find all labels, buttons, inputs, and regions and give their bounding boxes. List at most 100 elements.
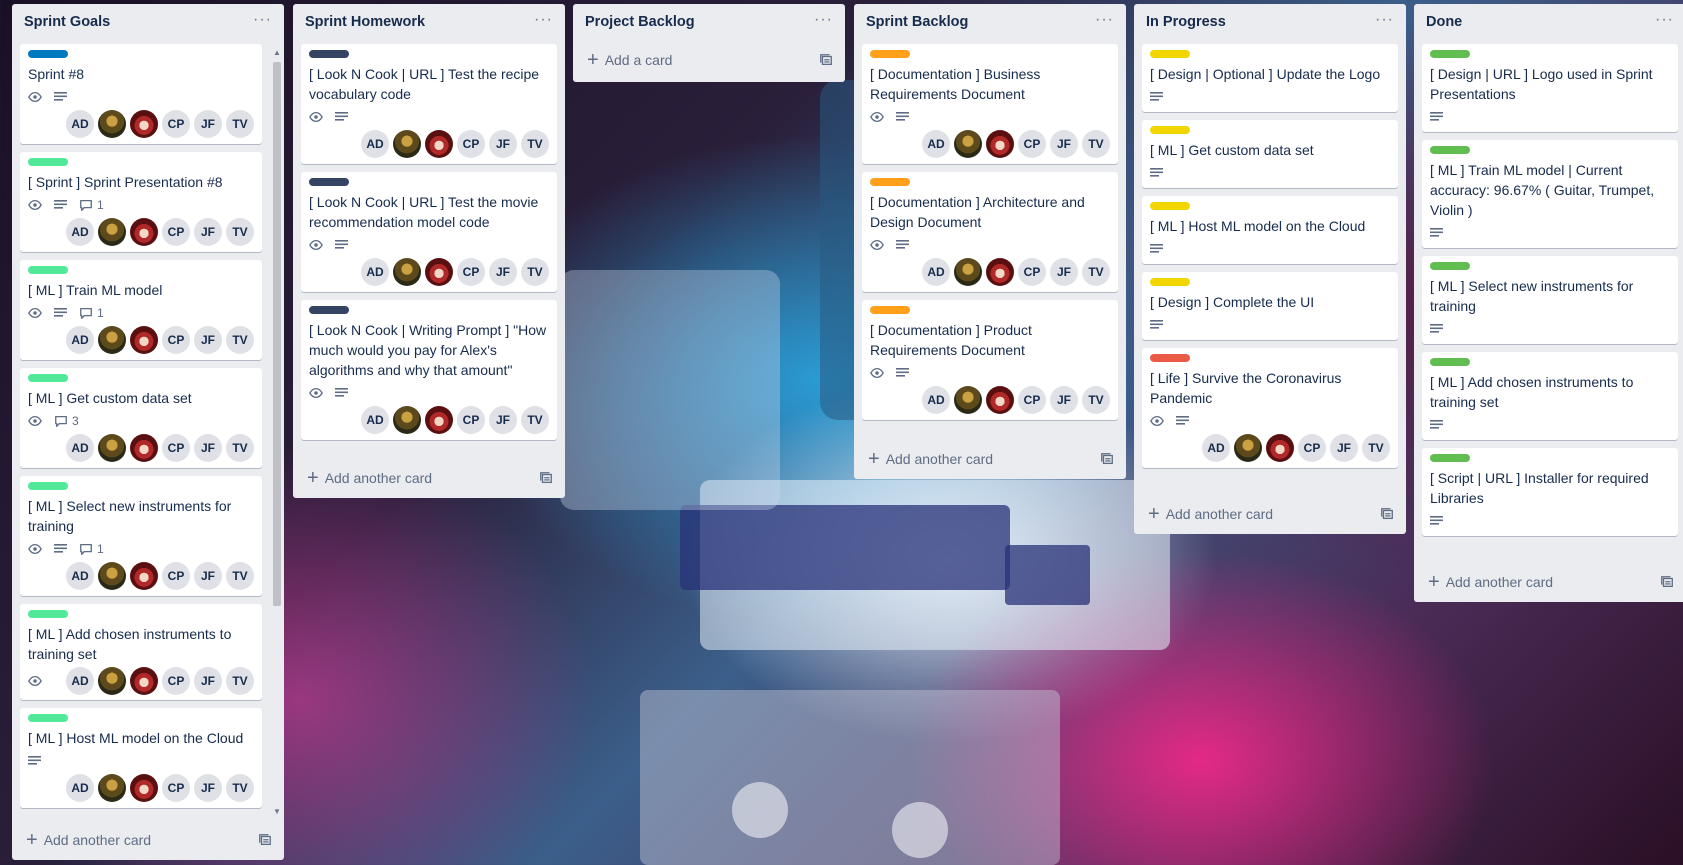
member-avatar[interactable]: AD — [922, 386, 950, 414]
member-avatar[interactable]: CP — [1018, 130, 1046, 158]
card[interactable]: [ ML ] Add chosen instruments to trainin… — [1422, 352, 1678, 440]
member-avatar[interactable]: JF — [194, 434, 222, 462]
member-avatar[interactable] — [130, 326, 158, 354]
card-label[interactable] — [1150, 278, 1190, 286]
member-avatar[interactable]: JF — [194, 667, 222, 695]
card-label[interactable] — [28, 158, 68, 166]
member-avatar[interactable]: AD — [66, 110, 94, 138]
card[interactable]: [ Script | URL ] Installer for required … — [1422, 448, 1678, 536]
member-avatar[interactable]: AD — [66, 774, 94, 802]
card[interactable]: [ Documentation ] Product Requirements D… — [862, 300, 1118, 420]
card-label[interactable] — [28, 374, 68, 382]
member-avatar[interactable] — [986, 130, 1014, 158]
member-avatar[interactable] — [130, 110, 158, 138]
member-avatar[interactable] — [986, 386, 1014, 414]
member-avatar[interactable] — [1266, 434, 1294, 462]
member-avatar[interactable]: JF — [194, 110, 222, 138]
member-avatar[interactable] — [954, 258, 982, 286]
card-template-icon[interactable] — [539, 471, 553, 485]
card-label[interactable] — [870, 50, 910, 58]
member-avatar[interactable]: JF — [1050, 258, 1078, 286]
member-avatar[interactable] — [98, 667, 126, 695]
member-avatar[interactable]: CP — [162, 218, 190, 246]
add-card-button[interactable]: + Add another card — [12, 820, 284, 860]
member-avatar[interactable]: AD — [66, 667, 94, 695]
member-avatar[interactable]: AD — [66, 218, 94, 246]
card[interactable]: [ ML ] Get custom data set 3 AD CP JF TV — [20, 368, 262, 468]
card[interactable]: Sprint #8 AD CP JF TV — [20, 44, 262, 144]
member-avatar[interactable]: TV — [226, 326, 254, 354]
card[interactable]: [ ML ] Train ML model | Current accuracy… — [1422, 140, 1678, 248]
member-avatar[interactable] — [425, 130, 453, 158]
card-template-icon[interactable] — [1380, 507, 1394, 521]
member-avatar[interactable] — [98, 218, 126, 246]
card-label[interactable] — [28, 50, 68, 58]
card-label[interactable] — [1150, 50, 1190, 58]
member-avatar[interactable]: JF — [194, 562, 222, 590]
member-avatar[interactable]: JF — [1330, 434, 1358, 462]
member-avatar[interactable] — [425, 258, 453, 286]
card-label[interactable] — [1430, 358, 1470, 366]
list-menu-icon[interactable]: ··· — [1095, 12, 1114, 28]
member-avatar[interactable] — [98, 110, 126, 138]
member-avatar[interactable]: JF — [194, 774, 222, 802]
card[interactable]: [ Look N Cook | Writing Prompt ] "How mu… — [301, 300, 557, 440]
member-avatar[interactable]: CP — [1298, 434, 1326, 462]
member-avatar[interactable]: AD — [361, 258, 389, 286]
member-avatar[interactable] — [393, 258, 421, 286]
list-menu-icon[interactable]: ··· — [1655, 12, 1674, 28]
member-avatar[interactable] — [130, 774, 158, 802]
card-label[interactable] — [1150, 126, 1190, 134]
member-avatar[interactable]: TV — [1362, 434, 1390, 462]
member-avatar[interactable]: CP — [162, 434, 190, 462]
card[interactable]: [ Design | URL ] Logo used in Sprint Pre… — [1422, 44, 1678, 132]
member-avatar[interactable]: AD — [361, 130, 389, 158]
member-avatar[interactable] — [130, 667, 158, 695]
member-avatar[interactable]: JF — [194, 326, 222, 354]
card-template-icon[interactable] — [819, 53, 833, 67]
member-avatar[interactable]: AD — [66, 326, 94, 354]
list-menu-icon[interactable]: ··· — [1375, 12, 1394, 28]
card-label[interactable] — [28, 266, 68, 274]
add-card-button[interactable]: + Add another card — [1414, 562, 1683, 602]
list-menu-icon[interactable]: ··· — [814, 12, 833, 28]
scroll-up-arrow-icon[interactable]: ▲ — [272, 48, 282, 57]
list-menu-icon[interactable]: ··· — [534, 12, 553, 28]
member-avatar[interactable] — [130, 434, 158, 462]
card-label[interactable] — [1430, 454, 1470, 462]
member-avatar[interactable]: TV — [521, 130, 549, 158]
member-avatar[interactable] — [393, 130, 421, 158]
card-label[interactable] — [28, 714, 68, 722]
member-avatar[interactable]: TV — [226, 110, 254, 138]
member-avatar[interactable]: JF — [489, 258, 517, 286]
scroll-down-arrow-icon[interactable]: ▼ — [272, 807, 282, 816]
card-label[interactable] — [1430, 50, 1470, 58]
member-avatar[interactable] — [98, 326, 126, 354]
card[interactable]: [ ML ] Train ML model 1 AD CP JF TV — [20, 260, 262, 360]
member-avatar[interactable] — [954, 386, 982, 414]
card-label[interactable] — [1430, 262, 1470, 270]
member-avatar[interactable] — [986, 258, 1014, 286]
card-label[interactable] — [870, 178, 910, 186]
member-avatar[interactable]: TV — [226, 774, 254, 802]
card-label[interactable] — [1430, 146, 1470, 154]
card[interactable]: [ Sprint ] Sprint Presentation #8 1 AD CP JF… — [20, 152, 262, 252]
card-label[interactable] — [28, 610, 68, 618]
member-avatar[interactable]: TV — [226, 667, 254, 695]
card[interactable]: [ Documentation ] Architecture and Desig… — [862, 172, 1118, 292]
member-avatar[interactable] — [98, 774, 126, 802]
card-template-icon[interactable] — [258, 833, 272, 847]
card[interactable]: [ Documentation ] Business Requirements … — [862, 44, 1118, 164]
card[interactable]: [ Look N Cook | URL ] Test the movie rec… — [301, 172, 557, 292]
member-avatar[interactable]: JF — [194, 218, 222, 246]
card[interactable]: [ Design | Optional ] Update the Logo — [1142, 44, 1398, 112]
member-avatar[interactable]: CP — [457, 130, 485, 158]
member-avatar[interactable]: CP — [162, 110, 190, 138]
member-avatar[interactable]: CP — [162, 774, 190, 802]
member-avatar[interactable]: AD — [922, 130, 950, 158]
member-avatar[interactable]: TV — [1082, 258, 1110, 286]
member-avatar[interactable]: CP — [457, 406, 485, 434]
member-avatar[interactable] — [98, 434, 126, 462]
card[interactable]: [ ML ] Get custom data set — [1142, 120, 1398, 188]
member-avatar[interactable]: CP — [162, 667, 190, 695]
